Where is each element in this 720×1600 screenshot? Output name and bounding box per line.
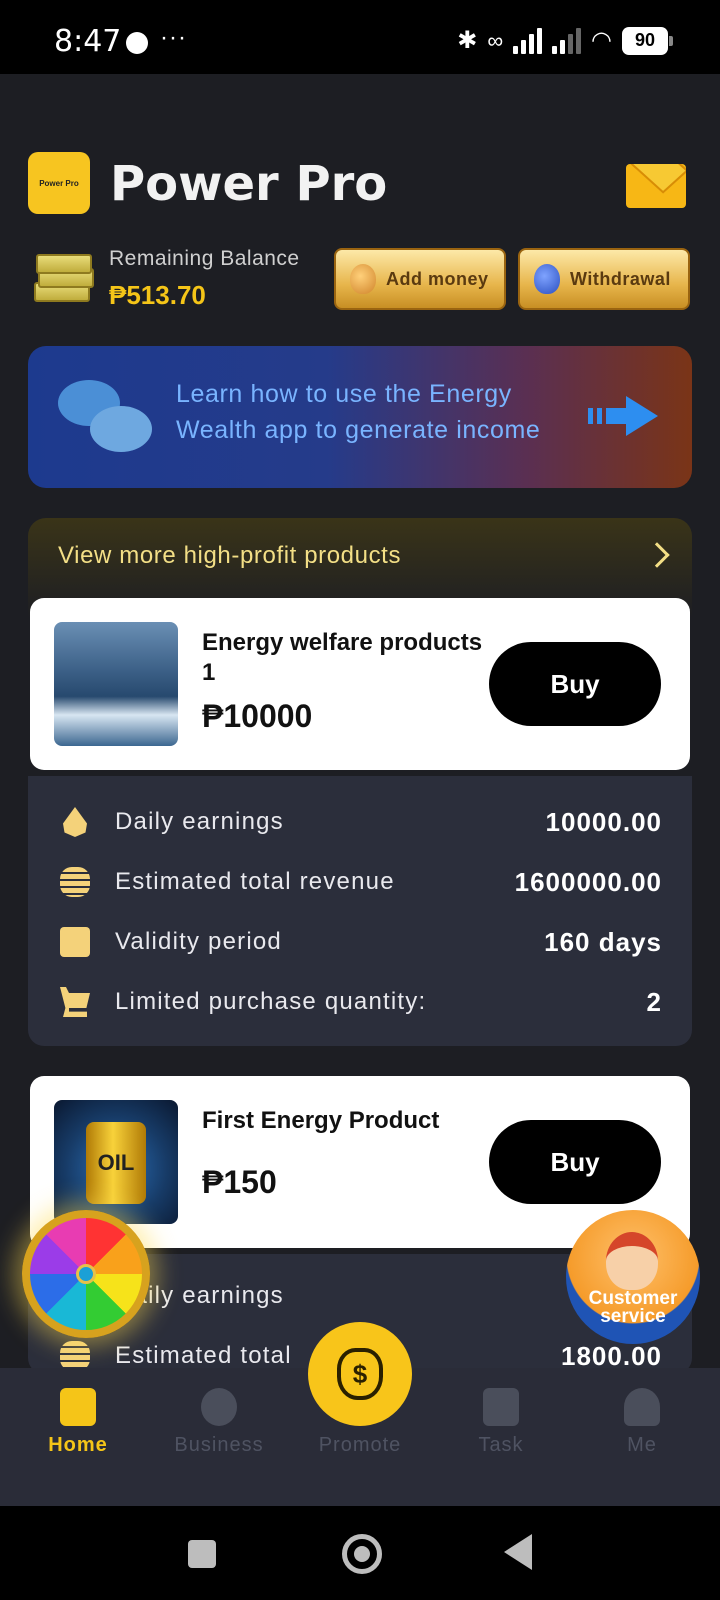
arrow-right-icon [588,396,660,436]
learn-banner[interactable]: Learn how to use the Energy Wealth app t… [28,346,692,488]
recent-apps-button[interactable] [188,1540,216,1568]
detail-value: 10000.00 [545,806,662,837]
wifi-icon: ◠ [591,27,612,54]
chevron-right-icon [644,542,670,568]
money-stack-icon [32,246,98,308]
view-more-label: View more high-profit products [58,542,402,569]
product-details: Daily earnings 10000.00 Estimated total … [28,776,692,1046]
coins-icon [60,867,90,897]
product-name: Energy welfare products 1 [202,629,483,686]
detail-value: 1600000.00 [514,866,662,897]
app-logo: Power Pro [28,152,90,214]
money-bag-icon [350,264,376,294]
cart-icon [60,987,90,1017]
app-title: Power Pro [110,156,388,212]
product-price: ₱150 [202,1164,277,1200]
tab-me[interactable]: Me [572,1368,712,1506]
tab-task[interactable]: Task [431,1368,571,1506]
exchange-icon [201,1388,237,1426]
tab-label: Business [174,1434,264,1456]
product-card: Energy welfare products 1 ₱10000 Buy [30,598,690,770]
tab-label: Task [478,1434,524,1456]
bluetooth-icon: ✱ [457,27,478,54]
detail-row: Daily earnings 10000.00 [28,802,692,842]
detail-value: 2 [646,986,662,1017]
detail-label: Estimated total [115,1342,292,1369]
wallet-bag-icon [534,264,560,294]
hydro-dam-image [54,622,178,746]
coins-icon [60,1341,90,1371]
fuel-pump-icon [60,1388,96,1426]
document-icon [483,1388,519,1426]
drop-icon [63,807,87,837]
oil-barrel-icon: OIL [86,1122,146,1204]
product-name: First Energy Product [202,1107,440,1134]
detail-label: Limited purchase quantity: [115,988,427,1015]
detail-value: 160 days [544,926,662,957]
detail-row: Limited purchase quantity: 2 [28,982,692,1022]
product-card: OIL First Energy Product ₱150 Buy [30,1076,690,1248]
customer-service-label: Customer service [566,1289,700,1327]
tab-business[interactable]: Business [149,1368,289,1506]
withdrawal-label: Withdrawal [570,268,671,289]
tab-label: Home [48,1434,108,1456]
wheel-hub [76,1264,96,1284]
customer-service-button[interactable]: Customer service [566,1210,700,1344]
add-money-button[interactable]: Add money [334,248,506,310]
detail-label: Estimated total revenue [115,868,395,895]
back-button[interactable] [504,1534,532,1570]
home-button[interactable] [342,1534,382,1574]
battery-icon: 90 [622,26,673,55]
tab-home[interactable]: Home [8,1368,148,1506]
balance-value: ₱513.70 [109,280,206,310]
signal-icon [513,27,543,54]
buy-button[interactable]: Buy [489,642,661,726]
detail-label: Daily earnings [115,808,284,835]
tab-label: Promote [318,1434,402,1456]
oil-barrel-image: OIL [54,1100,178,1224]
add-money-label: Add money [386,268,489,289]
status-time: 8:47 [54,24,122,59]
buy-button[interactable]: Buy [489,1120,661,1204]
learn-banner-text: Learn how to use the Energy Wealth app t… [176,380,541,444]
detail-label: Validity period [115,928,282,955]
status-overflow: ··· [160,24,187,51]
status-bar: 8:47 ··· ✱ ∞ ◠ 90 [0,0,720,74]
customer-service-line2: service [600,1306,666,1327]
agent-avatar-icon [606,1232,658,1290]
app-logo-text: Power Pro [39,178,79,188]
chat-bubbles-icon [58,380,154,454]
promote-button[interactable]: $ [308,1322,412,1426]
money-bag-icon: $ [337,1348,383,1400]
messenger-icon [126,32,148,54]
detail-value: 1800.00 [561,1340,662,1371]
mail-icon[interactable] [626,164,686,208]
lucky-wheel-icon[interactable] [22,1210,150,1338]
link-icon: ∞ [487,27,504,53]
calendar-icon [60,927,90,957]
balance-label: Remaining Balance [109,247,300,270]
signal-2-icon [552,27,582,54]
user-icon [624,1388,660,1426]
tab-label: Me [627,1434,657,1456]
detail-row: Estimated total revenue 1600000.00 [28,862,692,902]
withdrawal-button[interactable]: Withdrawal [518,248,690,310]
product-price: ₱10000 [202,698,313,734]
detail-row: Validity period 160 days [28,922,692,962]
